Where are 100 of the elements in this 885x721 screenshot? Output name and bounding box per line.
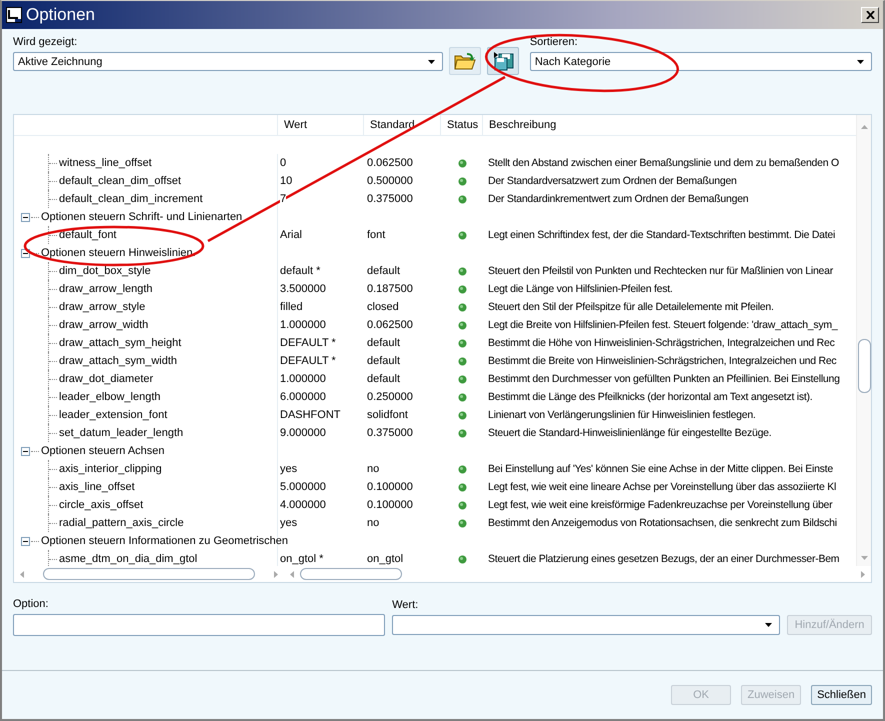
option-name[interactable]: witness_line_offset	[59, 157, 152, 169]
value-cell: 10	[280, 175, 292, 187]
option-name[interactable]: default_clean_dim_increment	[59, 193, 203, 205]
value-cell: 1.000000	[280, 319, 326, 331]
vertical-scrollbar[interactable]	[856, 115, 871, 566]
value-cell: 9.000000	[280, 427, 326, 439]
value-cell: 7	[280, 193, 286, 205]
status-icon	[458, 338, 466, 348]
window-icon	[6, 7, 22, 23]
option-name[interactable]: circle_axis_offset	[59, 499, 144, 511]
option-name[interactable]: dim_dot_box_style	[59, 265, 151, 277]
status-icon	[458, 176, 466, 186]
option-name[interactable]: default_clean_dim_offset	[59, 175, 182, 187]
column-header[interactable]: Wert	[278, 115, 364, 135]
scroll-up-icon	[860, 125, 868, 129]
default-cell: font	[367, 229, 386, 241]
option-name[interactable]: draw_arrow_length	[59, 283, 153, 295]
value-cell: 4.000000	[280, 499, 326, 511]
status-icon	[458, 464, 466, 474]
folder-icon	[454, 52, 476, 70]
status-icon	[458, 374, 466, 384]
description-cell: Linienart von Verlängerungslinien für Hinweislinien festlegen.	[488, 409, 756, 421]
scroll-left-icon	[20, 570, 24, 578]
option-name[interactable]: draw_dot_diameter	[59, 373, 154, 385]
shown-label: Wird gezeigt:	[13, 36, 78, 48]
default-cell: 0.375000	[367, 427, 413, 439]
status-icon	[458, 158, 466, 168]
status-icon	[458, 302, 466, 312]
option-name[interactable]: default_font	[59, 229, 116, 241]
default-cell: default	[367, 373, 400, 385]
default-cell: no	[367, 517, 380, 529]
scroll-right-icon	[861, 570, 865, 578]
value-cell: Arial	[280, 229, 302, 241]
option-name[interactable]: set_datum_leader_length	[59, 427, 184, 439]
description-cell: Legt die Breite von Hilfslinien-Pfeilen fest. Steuert folgende: 'draw_attach_sym_	[488, 319, 838, 331]
category-label[interactable]: Optionen steuern Schrift- und Linienarten	[41, 211, 242, 223]
value-dropdown[interactable]	[392, 615, 780, 635]
value-cell: on_gtol *	[280, 553, 324, 565]
shown-dropdown[interactable]: Aktive Zeichnung	[13, 52, 443, 71]
save-icon	[492, 51, 514, 71]
value-cell: default *	[280, 265, 320, 277]
value-cell: 5.000000	[280, 481, 326, 493]
description-cell: Legt einen Schriftindex fest, der die Standard-Textschriften bestimmt. Die Datei	[488, 229, 836, 241]
open-button[interactable]	[448, 47, 481, 75]
description-cell: Steuert die Standard-Hinweislinienlänge für eingestellte Bezüge.	[488, 427, 772, 439]
value-cell: filled	[280, 301, 303, 313]
option-name[interactable]: draw_attach_sym_height	[59, 337, 182, 349]
default-cell: 0.500000	[367, 175, 413, 187]
option-name[interactable]: axis_interior_clipping	[59, 463, 162, 475]
close-button[interactable]	[861, 7, 879, 23]
description-cell: Bestimmt die Länge des Pfeilknicks (der horizontal am Text angesetzt ist).	[488, 391, 812, 403]
default-cell: 0.062500	[367, 157, 413, 169]
default-cell: 0.187500	[367, 283, 413, 295]
close-icon	[866, 11, 874, 19]
value-cell: 1.000000	[280, 373, 326, 385]
value-cell: 3.500000	[280, 283, 326, 295]
description-cell: Stellt den Abstand zwischen einer Bemaßungslinie und dem zu bemaßenden O	[488, 157, 839, 169]
description-cell: Der Standardversatzwert zum Ordnen der Bemaßungen	[488, 175, 737, 187]
option-name[interactable]: leader_elbow_length	[59, 391, 161, 403]
option-name[interactable]: draw_arrow_width	[59, 319, 148, 331]
collapse-toggle[interactable]	[21, 212, 30, 222]
option-name[interactable]: axis_line_offset	[59, 481, 135, 493]
sort-dropdown[interactable]: Nach Kategorie	[530, 52, 872, 71]
status-icon	[458, 230, 466, 240]
description-cell: Legt fest, wie weit eine kreisförmige Fadenkreuzachse per Voreinstellung über	[488, 499, 832, 511]
default-cell: 0.100000	[367, 481, 413, 493]
value-cell: DASHFONT	[280, 409, 340, 421]
column-header[interactable]: Beschreibung	[483, 115, 856, 135]
option-name[interactable]: draw_attach_sym_width	[59, 355, 178, 367]
category-label[interactable]: Optionen steuern Informationen zu Geometrischen	[41, 535, 288, 547]
status-icon	[458, 392, 466, 402]
scrollbar-thumb[interactable]	[858, 339, 870, 393]
default-cell: 0.250000	[367, 391, 413, 403]
column-header[interactable]: Standard	[364, 115, 441, 135]
default-cell: solidfont	[367, 409, 408, 421]
default-cell: default	[367, 337, 400, 349]
option-name[interactable]: radial_pattern_axis_circle	[59, 517, 184, 529]
value-cell: DEFAULT *	[280, 355, 336, 367]
status-icon	[458, 500, 466, 510]
default-cell: 0.375000	[367, 193, 413, 205]
caret-icon	[428, 60, 435, 64]
collapse-toggle[interactable]	[21, 446, 30, 456]
caret-icon	[856, 60, 864, 64]
collapse-toggle[interactable]	[21, 536, 30, 546]
option-field[interactable]	[13, 614, 386, 636]
value-cell: DEFAULT *	[280, 337, 336, 349]
category-label[interactable]: Optionen steuern Achsen	[41, 445, 165, 457]
status-icon	[458, 194, 466, 204]
option-name[interactable]: asme_dtm_on_dia_dim_gtol	[59, 553, 198, 565]
column-header[interactable]: Status	[441, 115, 483, 135]
description-cell: Legt fest, wie weit eine lineare Achse per Voreinstellung über das assoziierte Kl	[488, 481, 836, 493]
scroll-down-icon	[860, 556, 868, 560]
option-name[interactable]: leader_extension_font	[59, 409, 168, 421]
option-name[interactable]: draw_arrow_style	[59, 301, 146, 313]
scrollbar-thumb[interactable]	[300, 568, 402, 580]
caret-icon	[765, 623, 772, 627]
scrollbar-thumb[interactable]	[43, 568, 255, 580]
default-cell: default	[367, 355, 400, 367]
dialog-button[interactable]: Schließen	[811, 685, 872, 705]
category-label[interactable]: Optionen steuern Hinweislinien.	[41, 247, 196, 259]
